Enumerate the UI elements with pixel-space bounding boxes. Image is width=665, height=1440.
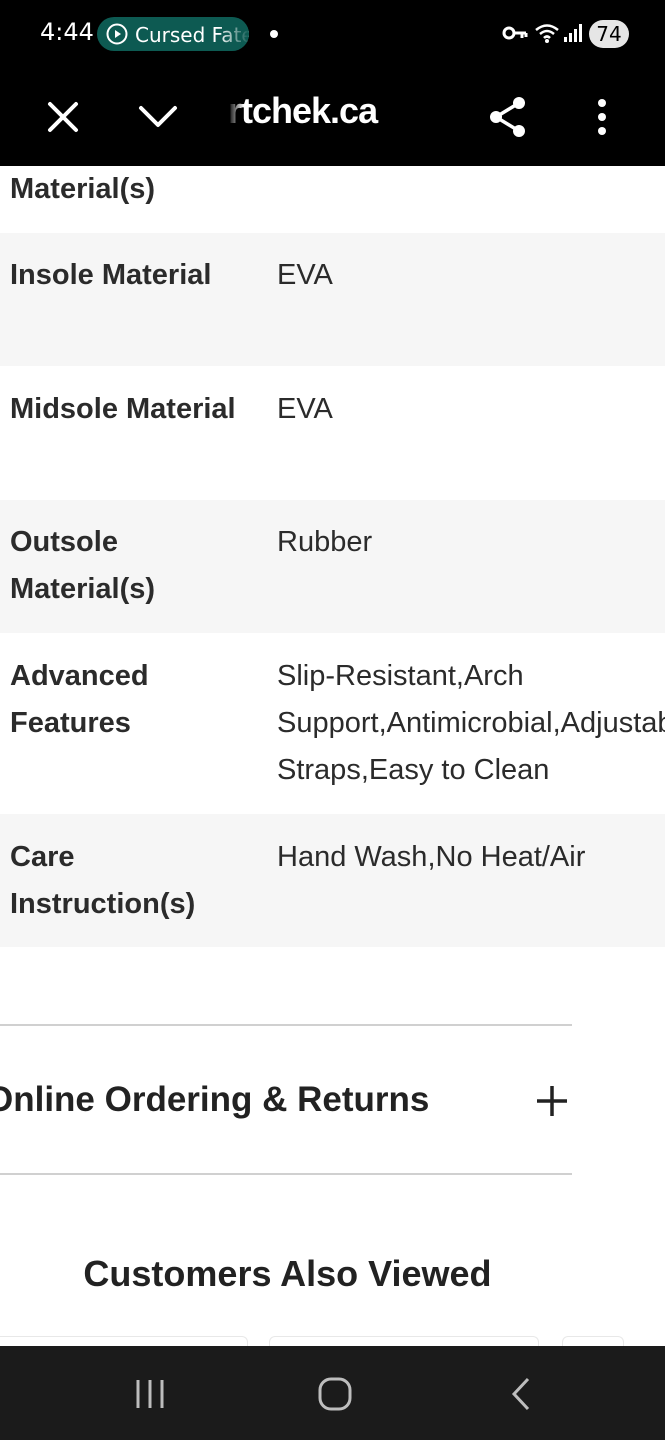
close-icon[interactable] — [38, 92, 88, 142]
spec-label: Material(s) — [10, 173, 156, 205]
divider — [0, 1024, 572, 1026]
share-icon[interactable] — [483, 92, 533, 142]
battery-indicator: 74 — [589, 20, 629, 48]
status-bar: 4:44 Cursed Fate 74 — [0, 0, 665, 68]
vpn-key-icon — [502, 26, 528, 40]
spec-label: Midsole Material — [10, 393, 236, 425]
spec-label: Insole Material — [10, 259, 212, 291]
system-nav-bar — [0, 1346, 665, 1440]
wifi-icon — [535, 24, 559, 43]
url-bar[interactable]: rtchek.ca — [228, 90, 378, 132]
spec-value: Hand Wash,No Heat/Air — [277, 841, 586, 873]
spec-label: Outsole Material(s) — [10, 526, 156, 605]
play-circle-icon — [106, 23, 128, 45]
spec-row-midsole: Midsole Material EVA — [0, 366, 665, 500]
recents-icon[interactable] — [130, 1374, 170, 1414]
spec-value: Rubber — [277, 526, 373, 558]
customers-also-viewed-heading: Customers Also Viewed — [83, 1253, 492, 1294]
home-icon[interactable] — [315, 1374, 355, 1414]
spec-row-outsole: Outsole Material(s) Rubber — [0, 500, 665, 633]
notification-dot-icon — [270, 30, 278, 38]
media-chip[interactable]: Cursed Fate — [97, 17, 249, 51]
back-icon[interactable] — [502, 1374, 542, 1414]
accordion-ordering-returns[interactable]: Online Ordering & Returns — [0, 1080, 429, 1120]
product-specs-table: Material(s) Insole Material EVA Midsole … — [0, 166, 665, 947]
spec-label: Care Instruction(s) — [10, 841, 196, 920]
spec-row-partial: Material(s) — [0, 166, 665, 233]
plus-icon[interactable] — [535, 1084, 569, 1118]
spec-row-insole: Insole Material EVA — [0, 233, 665, 366]
spec-label: Advanced Features — [10, 660, 149, 739]
more-vert-icon[interactable] — [577, 92, 627, 142]
spec-value: EVA — [277, 259, 333, 291]
divider — [0, 1173, 572, 1175]
spec-row-care: Care Instruction(s) Hand Wash,No Heat/Ai… — [0, 814, 665, 947]
spec-value: Slip-Resistant,Arch Support,Antimicrobia… — [277, 660, 665, 786]
browser-toolbar: rtchek.ca — [0, 68, 665, 166]
chevron-down-icon[interactable] — [133, 92, 183, 142]
status-time: 4:44 — [40, 18, 94, 46]
signal-icon — [564, 24, 582, 42]
spec-value: EVA — [277, 393, 333, 425]
spec-row-features: Advanced Features Slip-Resistant,Arch Su… — [0, 633, 665, 814]
url-text: rtchek.ca — [228, 90, 378, 131]
